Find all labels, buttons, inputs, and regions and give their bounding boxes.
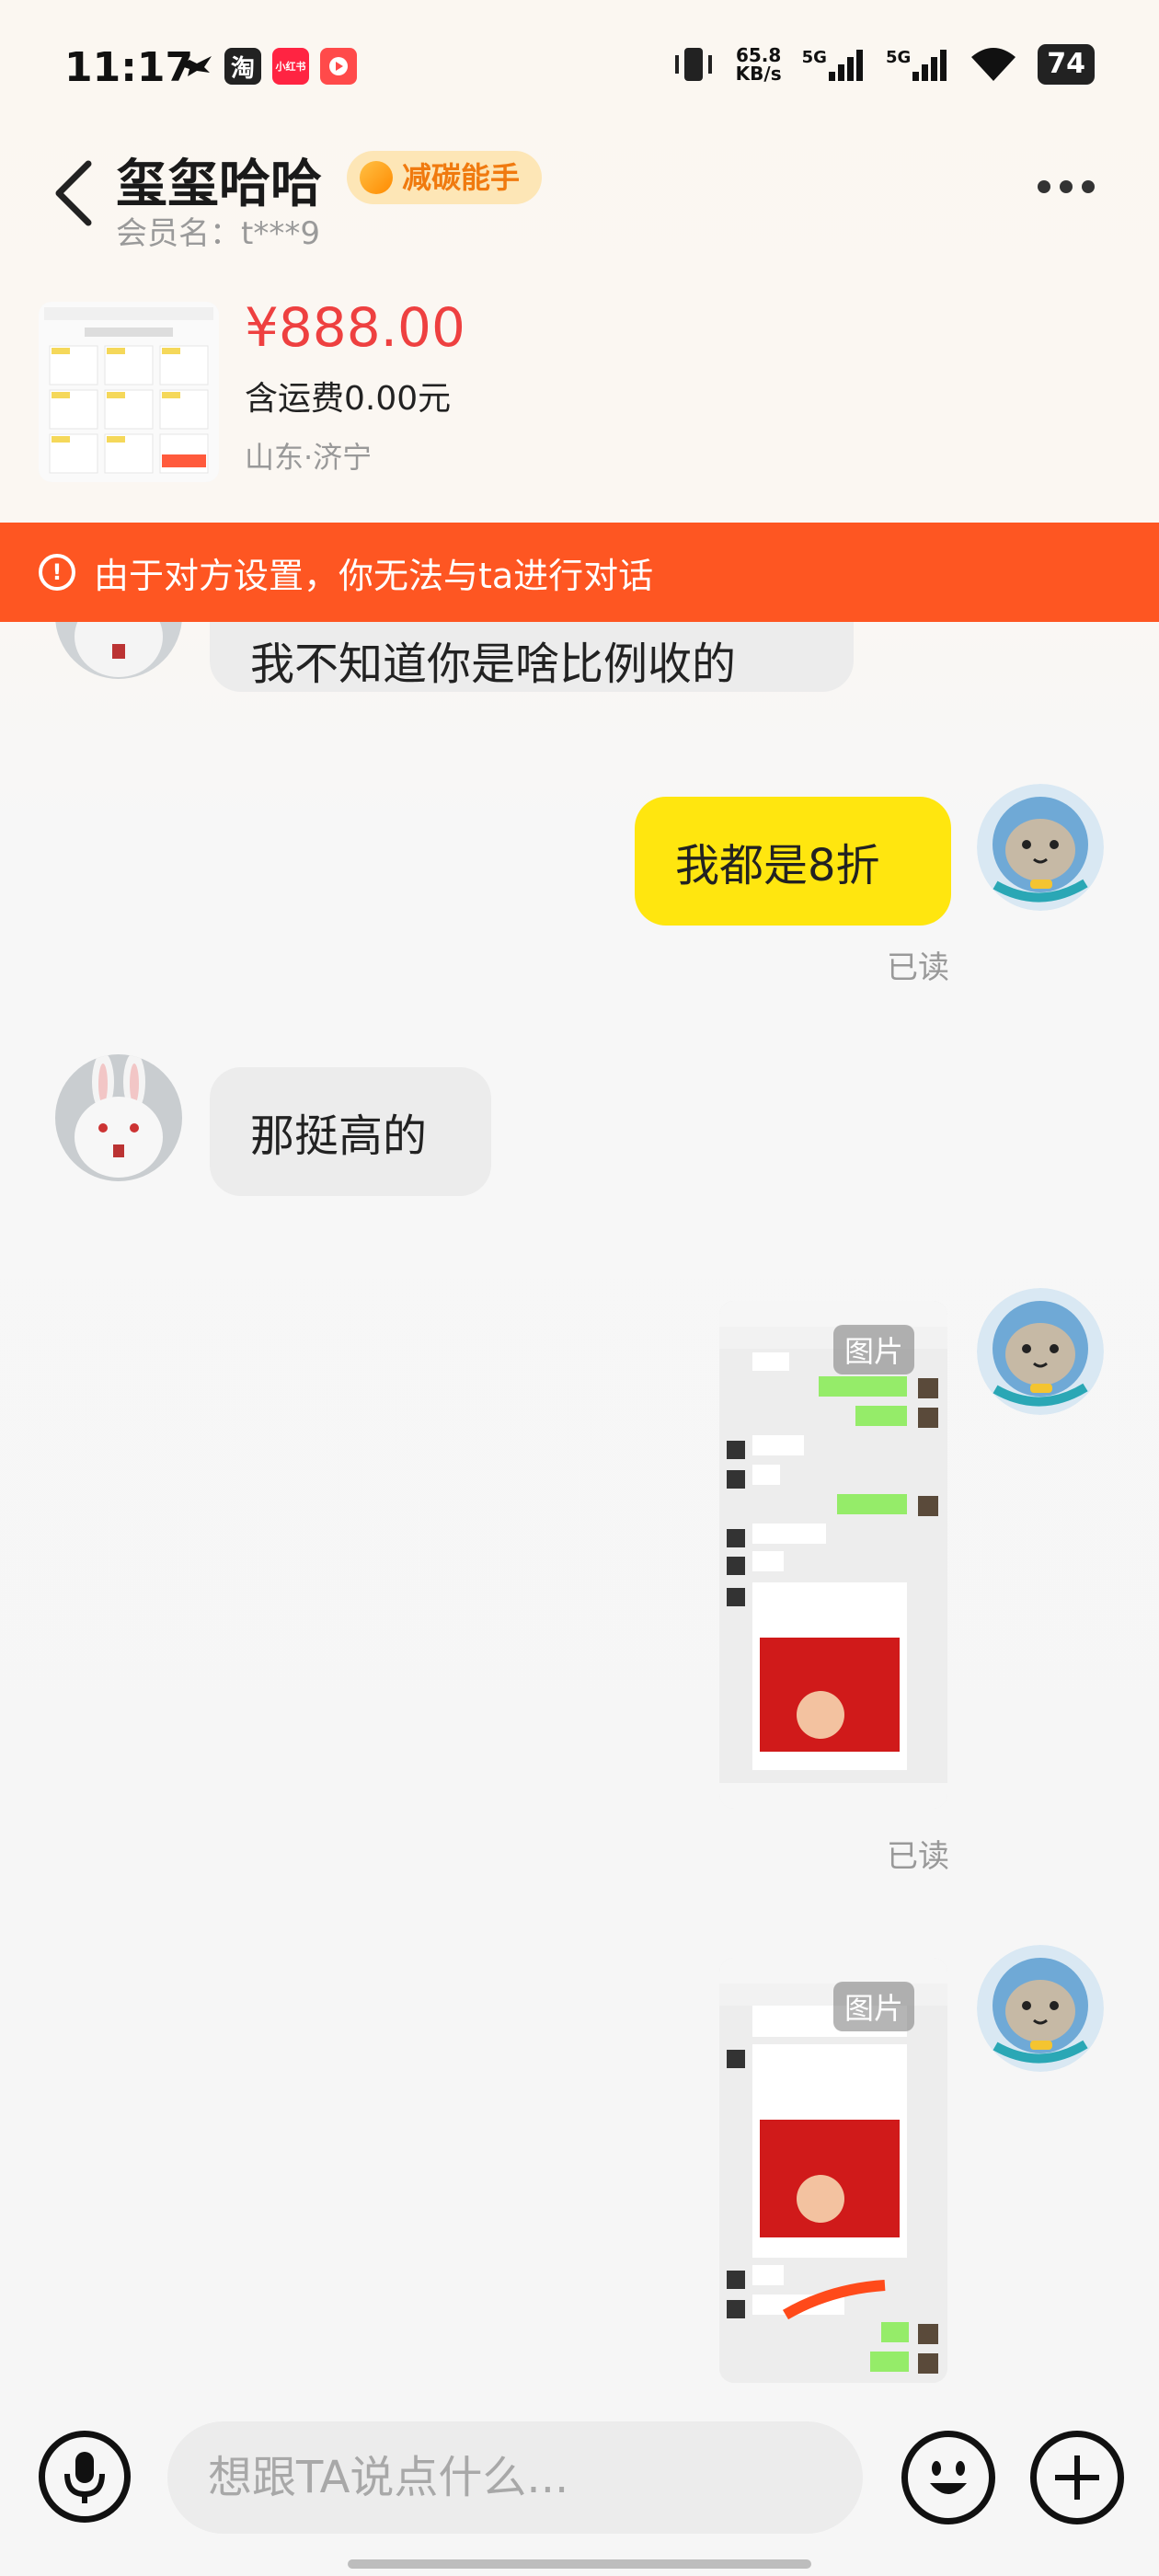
message-text: 那挺高的 [250, 1110, 428, 1162]
home-indicator[interactable] [348, 2559, 811, 2569]
image-label: 图片 [833, 1982, 915, 2031]
my-avatar[interactable] [977, 1945, 1104, 2072]
message-text: 我都是8折 [675, 840, 880, 891]
image-label: 图片 [833, 1325, 915, 1374]
vibrate-icon [674, 48, 712, 81]
status-indicators: 65.8 KB/s 5G 5G 74 [671, 44, 1095, 85]
signal-bars-icon [912, 50, 947, 81]
member-name: 会员名：t***9 [116, 215, 320, 252]
image-message[interactable]: 图片 [719, 1301, 947, 1809]
read-receipt: 已读 [887, 949, 949, 986]
microphone-icon [64, 2452, 105, 2503]
taobao-icon: 淘 [224, 48, 261, 85]
net-speed: 65.8 KB/s [735, 44, 782, 85]
back-button[interactable] [48, 156, 103, 230]
xiaohongshu-icon: 小红书 [272, 48, 309, 85]
voice-input-button[interactable] [39, 2431, 131, 2523]
more-dots-icon [1038, 180, 1050, 193]
plus-icon [1055, 2455, 1099, 2500]
product-thumbnail[interactable] [39, 302, 219, 482]
message-input[interactable] [167, 2421, 863, 2534]
smiley-icon [930, 2461, 967, 2494]
seller-location: 山东·济宁 [245, 440, 373, 475]
banner-text: 由于对方设置，你无法与ta进行对话 [94, 555, 654, 596]
message-bubble-outgoing[interactable]: 我都是8折 [635, 797, 951, 926]
chevron-left-icon [55, 160, 92, 226]
signal-1: 5G [802, 48, 866, 81]
message-bubble-incoming[interactable]: 那挺高的 [210, 1067, 491, 1196]
my-avatar[interactable] [977, 784, 1104, 911]
shop-name[interactable]: 玺玺哈哈 [116, 143, 322, 217]
product-price: ¥888.00 [245, 296, 465, 359]
more-actions-button[interactable] [1030, 2431, 1124, 2524]
bird-icon [177, 48, 213, 85]
badge-label: 减碳能手 [402, 160, 521, 195]
signal-bars-icon [828, 50, 863, 81]
warning-icon: ! [39, 554, 75, 591]
restriction-banner: ! 由于对方设置，你无法与ta进行对话 [0, 523, 1159, 622]
video-app-icon [320, 48, 357, 85]
my-avatar[interactable] [977, 1288, 1104, 1415]
seller-avatar[interactable] [55, 1054, 182, 1181]
leaf-badge-icon [360, 161, 393, 194]
read-receipt: 已读 [887, 1838, 949, 1875]
wifi-icon [971, 48, 1016, 81]
carbon-badge[interactable]: 减碳能手 [347, 151, 543, 204]
battery-indicator: 74 [1038, 44, 1095, 85]
signal-2: 5G [886, 48, 949, 81]
status-app-icons: 淘 小红书 [177, 48, 357, 85]
emoji-button[interactable] [901, 2431, 995, 2524]
message-text: 我不知道你是啥比例收的 [250, 638, 737, 690]
shipping-fee: 含运费0.00元 [245, 380, 452, 418]
image-message[interactable]: 图片 [719, 1958, 947, 2383]
more-options-button[interactable] [1038, 180, 1095, 193]
status-time: 11:17 [64, 44, 194, 91]
